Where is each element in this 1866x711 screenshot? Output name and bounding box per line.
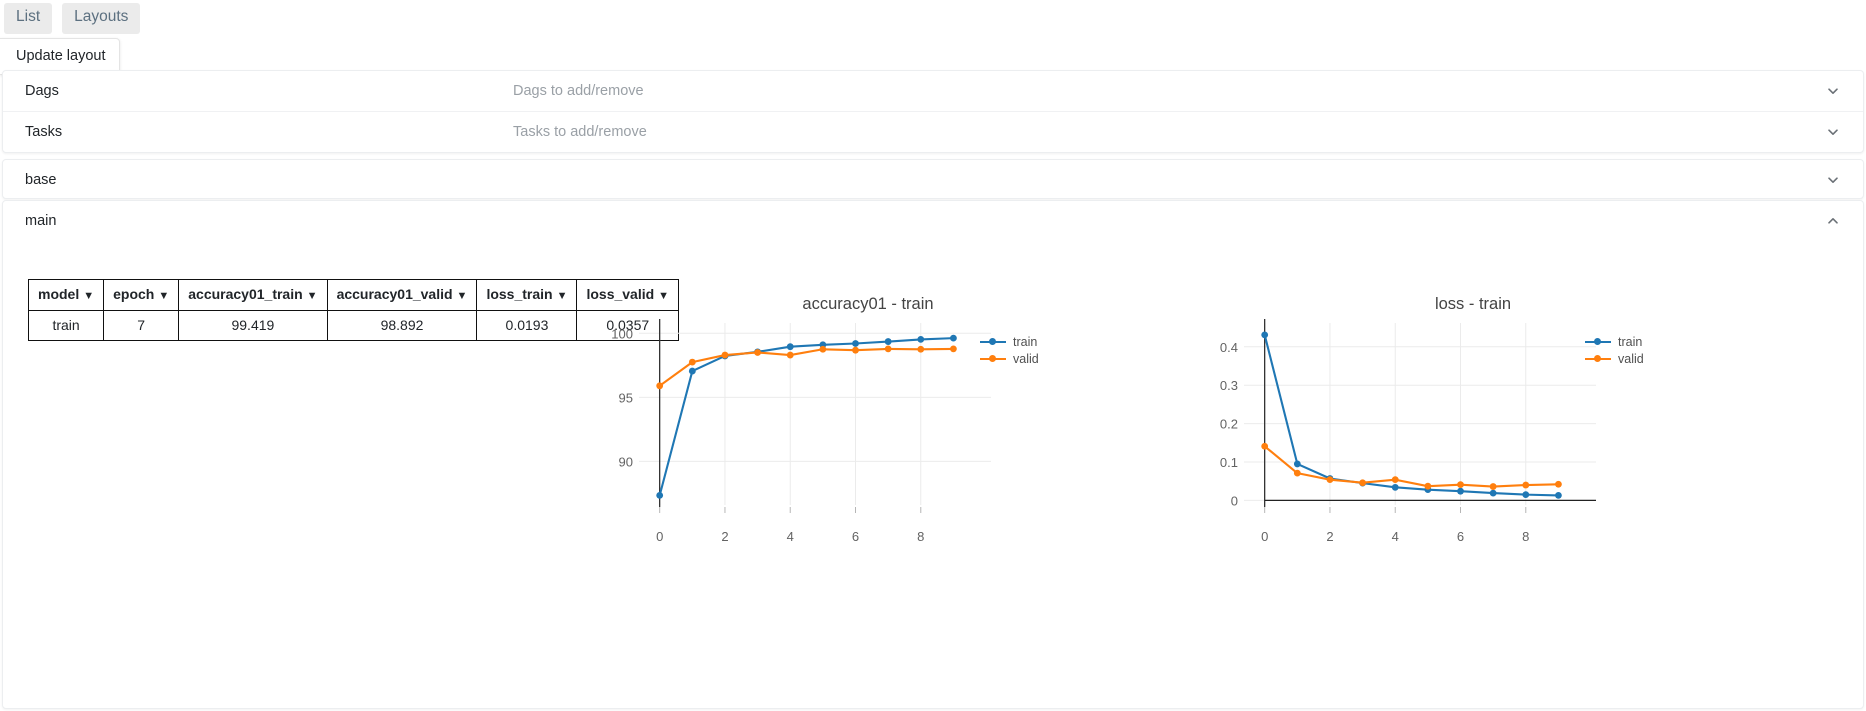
column-label: accuracy01_train xyxy=(188,286,303,302)
column-label: epoch xyxy=(113,286,155,302)
selector-row-tasks[interactable]: Tasks Tasks to add/remove xyxy=(3,111,1863,152)
chevron-up-icon[interactable] xyxy=(1825,213,1841,229)
column-header-accuracy01-valid[interactable]: accuracy01_valid ▼ xyxy=(326,279,478,311)
legend-label-valid: valid xyxy=(1618,351,1644,366)
chart-title: loss - train xyxy=(1434,295,1512,313)
svg-text:6: 6 xyxy=(1457,529,1464,544)
column-header-accuracy01-train[interactable]: accuracy01_train ▼ xyxy=(178,279,328,311)
cell-accuracy01-train: 99.419 xyxy=(178,309,328,342)
sort-caret-icon[interactable]: ▼ xyxy=(307,290,318,302)
chevron-down-icon[interactable] xyxy=(1825,83,1841,99)
cell-model: train xyxy=(27,309,105,342)
legend-item-valid[interactable]: valid xyxy=(1585,350,1644,367)
svg-text:0.4: 0.4 xyxy=(1220,340,1238,355)
svg-text:0: 0 xyxy=(656,529,663,544)
sort-caret-icon[interactable]: ▼ xyxy=(158,290,169,302)
section-main: main model ▼ epoch ▼ accuracy01_train ▼ acc… xyxy=(2,200,1864,709)
svg-text:0.1: 0.1 xyxy=(1220,455,1238,470)
legend-item-valid[interactable]: valid xyxy=(980,350,1039,367)
sort-caret-icon[interactable]: ▼ xyxy=(457,290,468,302)
chart-accuracy01-train: accuracy01 - train 90 95 100 0 2 4 6 8 train va… xyxy=(588,251,1148,551)
chart-legend-loss: train valid xyxy=(1585,333,1644,367)
chart-plot-accuracy[interactable]: 90 95 100 0 2 4 6 8 xyxy=(588,315,1148,555)
legend-swatch-train-icon xyxy=(1585,337,1611,347)
cell-loss-train: 0.0193 xyxy=(476,309,578,342)
svg-text:0.3: 0.3 xyxy=(1220,378,1238,393)
svg-text:6: 6 xyxy=(852,529,859,544)
svg-text:2: 2 xyxy=(721,529,728,544)
svg-text:0: 0 xyxy=(1261,529,1268,544)
section-main-title: main xyxy=(25,213,57,229)
tasks-label: Tasks xyxy=(25,124,63,140)
view-tabs: List Layouts xyxy=(4,3,141,34)
filters-card: Dags Dags to add/remove Tasks Tasks to a… xyxy=(2,70,1864,153)
legend-label-valid: valid xyxy=(1013,351,1039,366)
tab-list[interactable]: List xyxy=(4,3,53,34)
chart-loss-train: loss - train 0 0.1 0.2 0.3 0.4 0 2 4 6 8 train va… xyxy=(1193,251,1753,551)
section-base: base xyxy=(2,159,1864,199)
chevron-down-icon[interactable] xyxy=(1825,172,1841,188)
column-header-model[interactable]: model ▼ xyxy=(27,279,105,311)
svg-text:8: 8 xyxy=(1522,529,1529,544)
app-root: List Layouts Update layout Dags Dags to … xyxy=(0,0,1866,711)
tab-layouts[interactable]: Layouts xyxy=(62,3,141,34)
sort-caret-icon[interactable]: ▼ xyxy=(83,290,94,302)
section-base-header[interactable]: base xyxy=(3,160,1863,200)
legend-label-train: train xyxy=(1618,334,1643,349)
chart-title: accuracy01 - train xyxy=(802,295,934,313)
legend-item-train[interactable]: train xyxy=(980,333,1039,350)
chart-legend-accuracy: train valid xyxy=(980,333,1039,367)
table-row[interactable]: train 7 99.419 98.892 0.0193 0.0357 xyxy=(27,309,680,342)
dags-placeholder[interactable]: Dags to add/remove xyxy=(513,83,644,99)
column-label: model xyxy=(38,286,80,302)
svg-text:0.2: 0.2 xyxy=(1220,417,1238,432)
legend-label-train: train xyxy=(1013,334,1038,349)
svg-text:0: 0 xyxy=(1231,493,1238,508)
cell-epoch: 7 xyxy=(103,309,180,342)
svg-text:4: 4 xyxy=(787,529,794,544)
section-main-header[interactable]: main xyxy=(3,201,1863,241)
metrics-table: model ▼ epoch ▼ accuracy01_train ▼ accuracy… xyxy=(27,279,680,342)
legend-swatch-train-icon xyxy=(980,337,1006,347)
section-main-body: model ▼ epoch ▼ accuracy01_train ▼ accuracy… xyxy=(3,241,1863,709)
legend-item-train[interactable]: train xyxy=(1585,333,1644,350)
legend-swatch-valid-icon xyxy=(1585,354,1611,364)
selector-row-dags[interactable]: Dags Dags to add/remove xyxy=(3,71,1863,111)
svg-text:8: 8 xyxy=(917,529,924,544)
svg-text:95: 95 xyxy=(619,390,633,405)
column-label: loss_train xyxy=(486,286,553,302)
svg-text:100: 100 xyxy=(611,326,633,341)
dags-label: Dags xyxy=(25,83,59,99)
chart-plot-loss[interactable]: 0 0.1 0.2 0.3 0.4 0 2 4 6 8 xyxy=(1193,315,1753,555)
chevron-down-icon[interactable] xyxy=(1825,124,1841,140)
sort-caret-icon[interactable]: ▼ xyxy=(557,290,568,302)
cell-accuracy01-valid: 98.892 xyxy=(326,309,478,342)
section-base-title: base xyxy=(25,172,57,188)
tasks-placeholder[interactable]: Tasks to add/remove xyxy=(513,124,647,140)
column-label: accuracy01_valid xyxy=(336,286,453,302)
column-header-loss-train[interactable]: loss_train ▼ xyxy=(476,279,578,311)
table-header-row: model ▼ epoch ▼ accuracy01_train ▼ accuracy… xyxy=(27,279,680,311)
legend-swatch-valid-icon xyxy=(980,354,1006,364)
column-header-epoch[interactable]: epoch ▼ xyxy=(103,279,180,311)
svg-text:4: 4 xyxy=(1392,529,1399,544)
svg-text:90: 90 xyxy=(619,454,633,469)
svg-text:2: 2 xyxy=(1326,529,1333,544)
